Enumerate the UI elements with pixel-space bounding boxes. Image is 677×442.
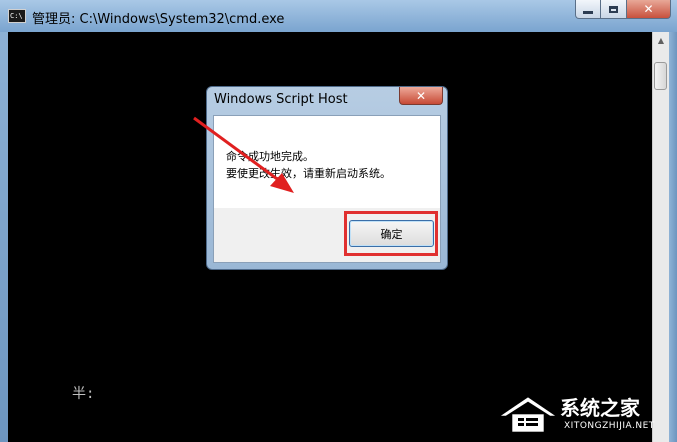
- dialog-title: Windows Script Host: [214, 92, 348, 107]
- vertical-scrollbar[interactable]: ▲: [652, 32, 669, 442]
- watermark-text: 系统之家: [560, 396, 640, 420]
- maximize-icon: [609, 5, 618, 13]
- cmd-window-title: 管理员: C:\Windows\System32\cmd.exe: [32, 12, 285, 27]
- cmd-icon-label: C:\: [10, 12, 23, 20]
- close-button[interactable]: ✕: [627, 0, 671, 19]
- watermark: 系统之家 XITONGZHIJIA.NET: [498, 388, 673, 440]
- maximize-button[interactable]: [601, 0, 627, 19]
- scroll-thumb[interactable]: [654, 62, 667, 90]
- console-text: 半:: [72, 386, 95, 402]
- minimize-button[interactable]: [575, 0, 601, 19]
- dialog-message-line-2: 要使更改生效，请重新启动系统。: [226, 167, 391, 180]
- minimize-icon: [583, 10, 593, 14]
- cmd-titlebar[interactable]: C:\ 管理员: C:\Windows\System32\cmd.exe ✕: [0, 0, 677, 32]
- dialog-close-button[interactable]: ✕: [399, 87, 443, 105]
- close-icon: ✕: [643, 2, 654, 16]
- house-logo-icon: [499, 396, 557, 433]
- ok-button[interactable]: 确定: [349, 220, 434, 247]
- script-host-dialog: Windows Script Host ✕ 命令成功地完成。 要使更改生效，请重…: [206, 86, 448, 270]
- scroll-up-icon[interactable]: ▲: [653, 32, 669, 49]
- window-frame-right: [669, 32, 677, 442]
- close-icon: ✕: [415, 88, 427, 103]
- dialog-message-line-1: 命令成功地完成。: [226, 150, 314, 163]
- watermark-subtext: XITONGZHIJIA.NET: [564, 421, 655, 431]
- cmd-icon[interactable]: C:\: [8, 9, 26, 23]
- caption-buttons: ✕: [575, 0, 671, 20]
